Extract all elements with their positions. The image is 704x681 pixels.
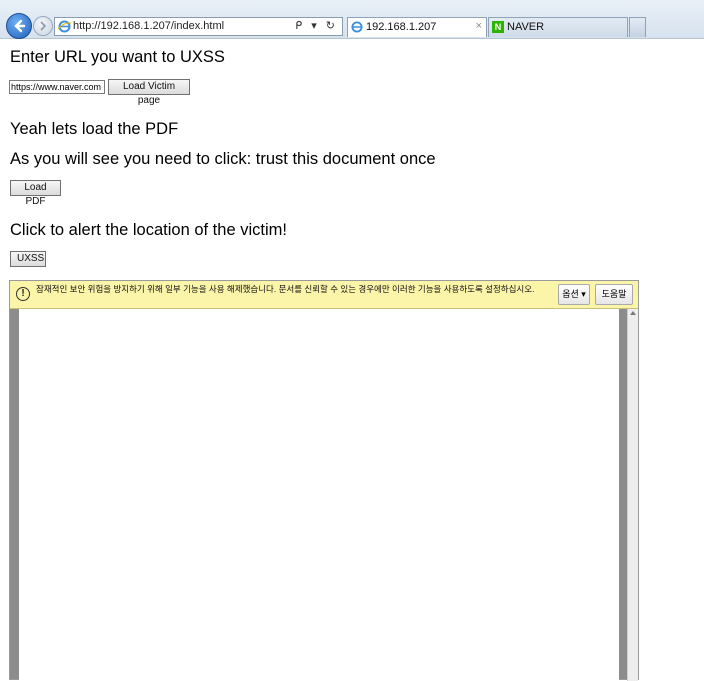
scroll-up-arrow-icon[interactable] (630, 311, 636, 315)
ie-icon (58, 20, 71, 33)
heading-load-pdf: Yeah lets load the PDF (10, 120, 179, 138)
heading-trust: As you will see you need to click: trust… (10, 150, 436, 168)
ie-icon (351, 21, 363, 33)
options-button[interactable]: 옵션 ▾ (558, 284, 590, 305)
pdf-document-area[interactable] (19, 309, 619, 681)
warning-icon: ! (16, 287, 30, 301)
back-button[interactable] (6, 13, 32, 39)
address-tools[interactable]: ᑭ ▾ ↻ (295, 19, 338, 32)
url-input[interactable] (9, 80, 105, 94)
new-tab-button[interactable] (629, 17, 646, 37)
naver-icon: N (492, 21, 504, 33)
pdf-frame: ! 잠재적인 보안 위험을 방지하기 위해 일부 기능을 사용 해제했습니다. … (9, 280, 639, 681)
security-infobar: ! 잠재적인 보안 위험을 방지하기 위해 일부 기능을 사용 해제했습니다. … (10, 281, 638, 309)
vertical-scrollbar[interactable] (627, 309, 638, 681)
uxss-button[interactable]: UXSS (10, 251, 46, 267)
forward-button[interactable] (33, 16, 53, 36)
tab-close-icon[interactable]: × (476, 20, 482, 32)
tab-naver[interactable]: N NAVER (488, 17, 628, 37)
infobar-message: 잠재적인 보안 위험을 방지하기 위해 일부 기능을 사용 해제했습니다. 문서… (36, 284, 535, 294)
load-pdf-button[interactable]: Load PDF (10, 180, 61, 207)
tab-label: 192.168.1.207 (366, 21, 437, 33)
load-victim-button[interactable]: Load Victim page (108, 79, 190, 106)
heading-uxss: Enter URL you want to UXSS (10, 48, 225, 66)
heading-alert: Click to alert the location of the victi… (10, 221, 287, 239)
tab-192-168-1-207[interactable]: 192.168.1.207 × (347, 17, 487, 37)
back-arrow-icon (14, 19, 26, 33)
address-bar[interactable]: http://192.168.1.207/index.html ᑭ ▾ ↻ (54, 17, 343, 36)
address-url[interactable]: http://192.168.1.207/index.html (73, 20, 224, 32)
forward-arrow-icon (40, 21, 47, 31)
tab-label: NAVER (507, 21, 545, 33)
browser-chrome: http://192.168.1.207/index.html ᑭ ▾ ↻ 19… (0, 0, 704, 39)
help-button[interactable]: 도움말 (595, 284, 633, 305)
